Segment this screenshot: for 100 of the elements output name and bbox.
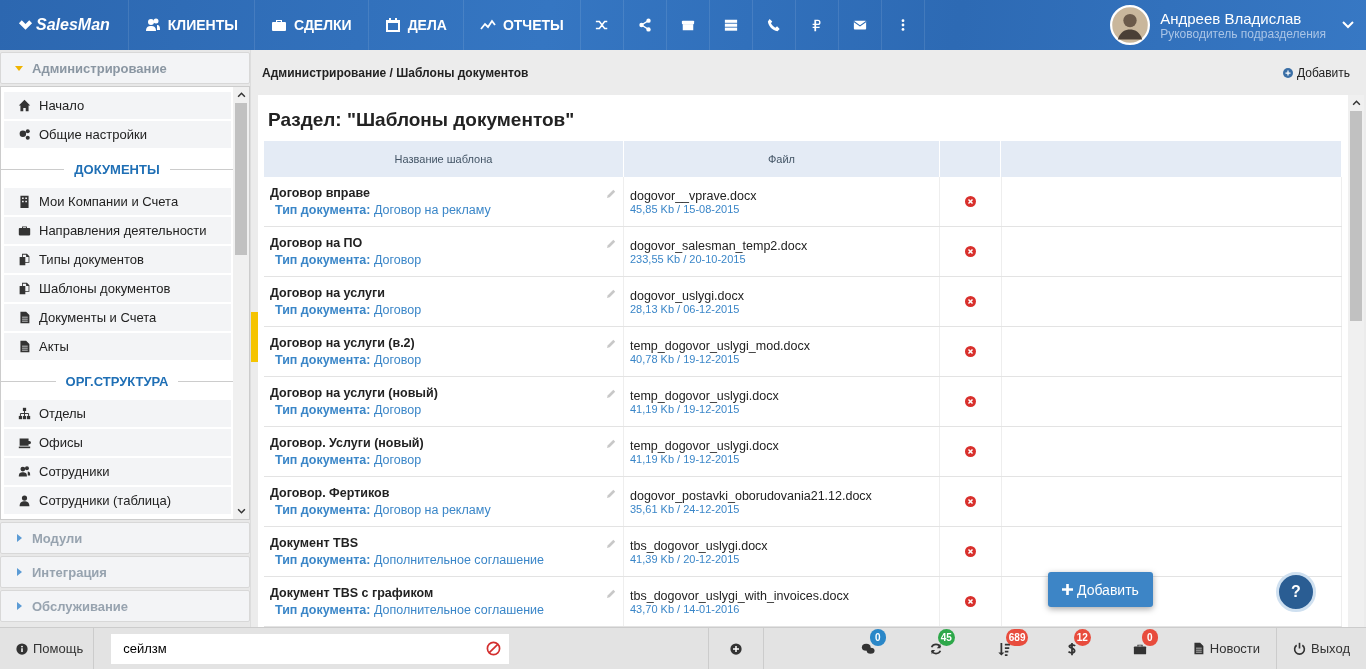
file-icon [1191,642,1205,655]
document-type: Тип документа: Договор [274,403,423,417]
scroll-up-icon[interactable] [1351,100,1361,106]
count-badge: 12 [1073,628,1091,646]
logo-text[interactable]: SalesMan [36,16,110,34]
file-icon [18,340,31,353]
column-header: Название шаблона [264,141,624,177]
sidebar-item[interactable]: Типы документов [4,246,231,273]
document-type: Тип документа: Дополнительное соглашение [274,553,546,567]
sidebar-item[interactable]: Офисы [4,429,231,456]
sidebar-item[interactable]: Сотрудники [4,458,231,485]
file-link[interactable]: tbs_dogovor_uslygi.docx [630,538,933,553]
sitemap-icon [18,407,31,420]
template-name: Договор на услуги (в.2) [270,336,415,350]
clear-icon[interactable] [486,640,502,656]
file-link[interactable]: dogovor_salesman_temp2.docx [630,238,933,253]
home-icon [18,99,31,112]
scroll-up-icon[interactable] [236,92,246,98]
add-link[interactable]: Добавить [1282,65,1350,80]
delete-icon[interactable] [965,396,976,407]
template-name: Договор на услуги (новый) [270,386,438,400]
notification-button[interactable]: 12 [1047,630,1096,667]
copy-icon [18,253,31,266]
delete-icon[interactable] [965,446,976,457]
caret-right-icon [15,568,23,576]
plus-icon [1062,584,1073,595]
delete-icon[interactable] [965,496,976,507]
file-link[interactable]: dogovor_uslygi.docx [630,288,933,303]
logout-link[interactable]: Выход [1276,628,1366,669]
template-name: Договор. Фертиков [270,486,390,500]
sidebar-item[interactable]: Общие настройки [4,121,231,148]
server-icon [723,18,738,32]
count-badge: 0 [1141,628,1158,646]
file-link[interactable]: temp_dogovor_uslygi_mod.docx [630,338,933,353]
file-link[interactable]: tbs_dogovor_uslygi_with_invoices.docx [630,588,933,603]
count-badge: 0 [869,628,886,646]
briefcase-icon [18,224,31,237]
document-type: Тип документа: Договор на рекламу [274,203,492,217]
caret-down-icon [15,64,23,72]
section-heading: Раздел: "Шаблоны документов" [268,109,576,131]
group-heading: ДОКУМЕНТЫ [74,161,160,177]
sidebar-item[interactable]: Акты [4,333,231,360]
archive-icon [680,18,695,32]
delete-icon[interactable] [965,546,976,557]
notification-button[interactable]: 0 [1115,630,1164,667]
file-link[interactable]: dogovor_postavki_oborudovania21.12.docx [630,488,933,503]
file-link[interactable]: temp_dogovor_uslygi.docx [630,388,933,403]
search-field[interactable]: сейлзм [111,633,510,664]
delete-icon[interactable] [965,596,976,607]
sidebar-item[interactable]: Отделы [4,400,231,427]
sidebar-item[interactable]: Мои Компании и Счета [4,188,231,215]
notification-button[interactable]: 0 [843,630,892,667]
document-type: Тип документа: Дополнительное соглашение [274,603,546,617]
refresh-icon [928,641,943,656]
share-icon [637,18,652,32]
sidebar-item[interactable]: Начало [4,92,231,119]
chevron-down-icon[interactable] [1342,21,1354,29]
file-meta: 41,39 Kb / 20-12-2015 [630,552,740,565]
scroll-down-icon[interactable] [236,508,246,514]
file-link[interactable]: dogovor__vprave.docx [630,188,933,203]
scrollbar[interactable] [233,87,249,519]
plus-circle-icon [729,642,742,655]
info-icon [16,642,28,655]
help-link[interactable]: Помощь [0,628,95,669]
notification-button[interactable]: 689 [979,630,1028,667]
add-button[interactable] [707,628,764,669]
user-role: Руководитель подразделения [1160,26,1326,41]
file-meta: 40,78 Kb / 19-12-2015 [630,352,740,365]
scrollbar[interactable] [1348,95,1364,627]
count-badge: 689 [1005,628,1029,646]
document-type: Тип документа: Договор [274,353,423,367]
template-name: Договор на услуги [270,286,385,300]
delete-icon[interactable] [965,196,976,207]
users-icon [144,17,161,33]
sidebar-item[interactable]: Шаблоны документов [4,275,231,302]
template-name: Документ TBS с графиком [270,586,434,600]
document-type: Тип документа: Договор [274,453,423,467]
document-type: Тип документа: Договор [274,303,423,317]
caret-right-icon [15,534,23,542]
sidebar-item[interactable]: Документы и Счета [4,304,231,331]
file-meta: 41,19 Kb / 19-12-2015 [630,402,740,415]
delete-icon[interactable] [965,346,976,357]
delete-icon[interactable] [965,246,976,257]
count-badge: 45 [937,628,955,646]
sidebar-item[interactable]: Сотрудники (таблица) [4,487,231,514]
sidebar-item[interactable]: Направления деятельности [4,217,231,244]
template-name: Договор. Услуги (новый) [270,436,424,450]
coffee-icon [18,436,31,449]
building-icon [18,195,31,208]
news-link[interactable]: Новости [1175,628,1277,669]
delete-icon[interactable] [965,296,976,307]
template-name: Договор на ПО [270,236,363,250]
comments-icon [860,641,875,656]
file-meta: 28,13 Kb / 06-12-2015 [630,302,740,315]
file-link[interactable]: temp_dogovor_uslygi.docx [630,438,933,453]
file-meta: 35,61 Kb / 24-12-2015 [630,502,740,515]
add-button[interactable]: Добавить [1048,572,1153,607]
file-meta: 45,85 Kb / 15-08-2015 [630,202,740,215]
file-meta: 41,19 Kb / 19-12-2015 [630,452,740,465]
template-name: Документ TBS [270,536,359,550]
